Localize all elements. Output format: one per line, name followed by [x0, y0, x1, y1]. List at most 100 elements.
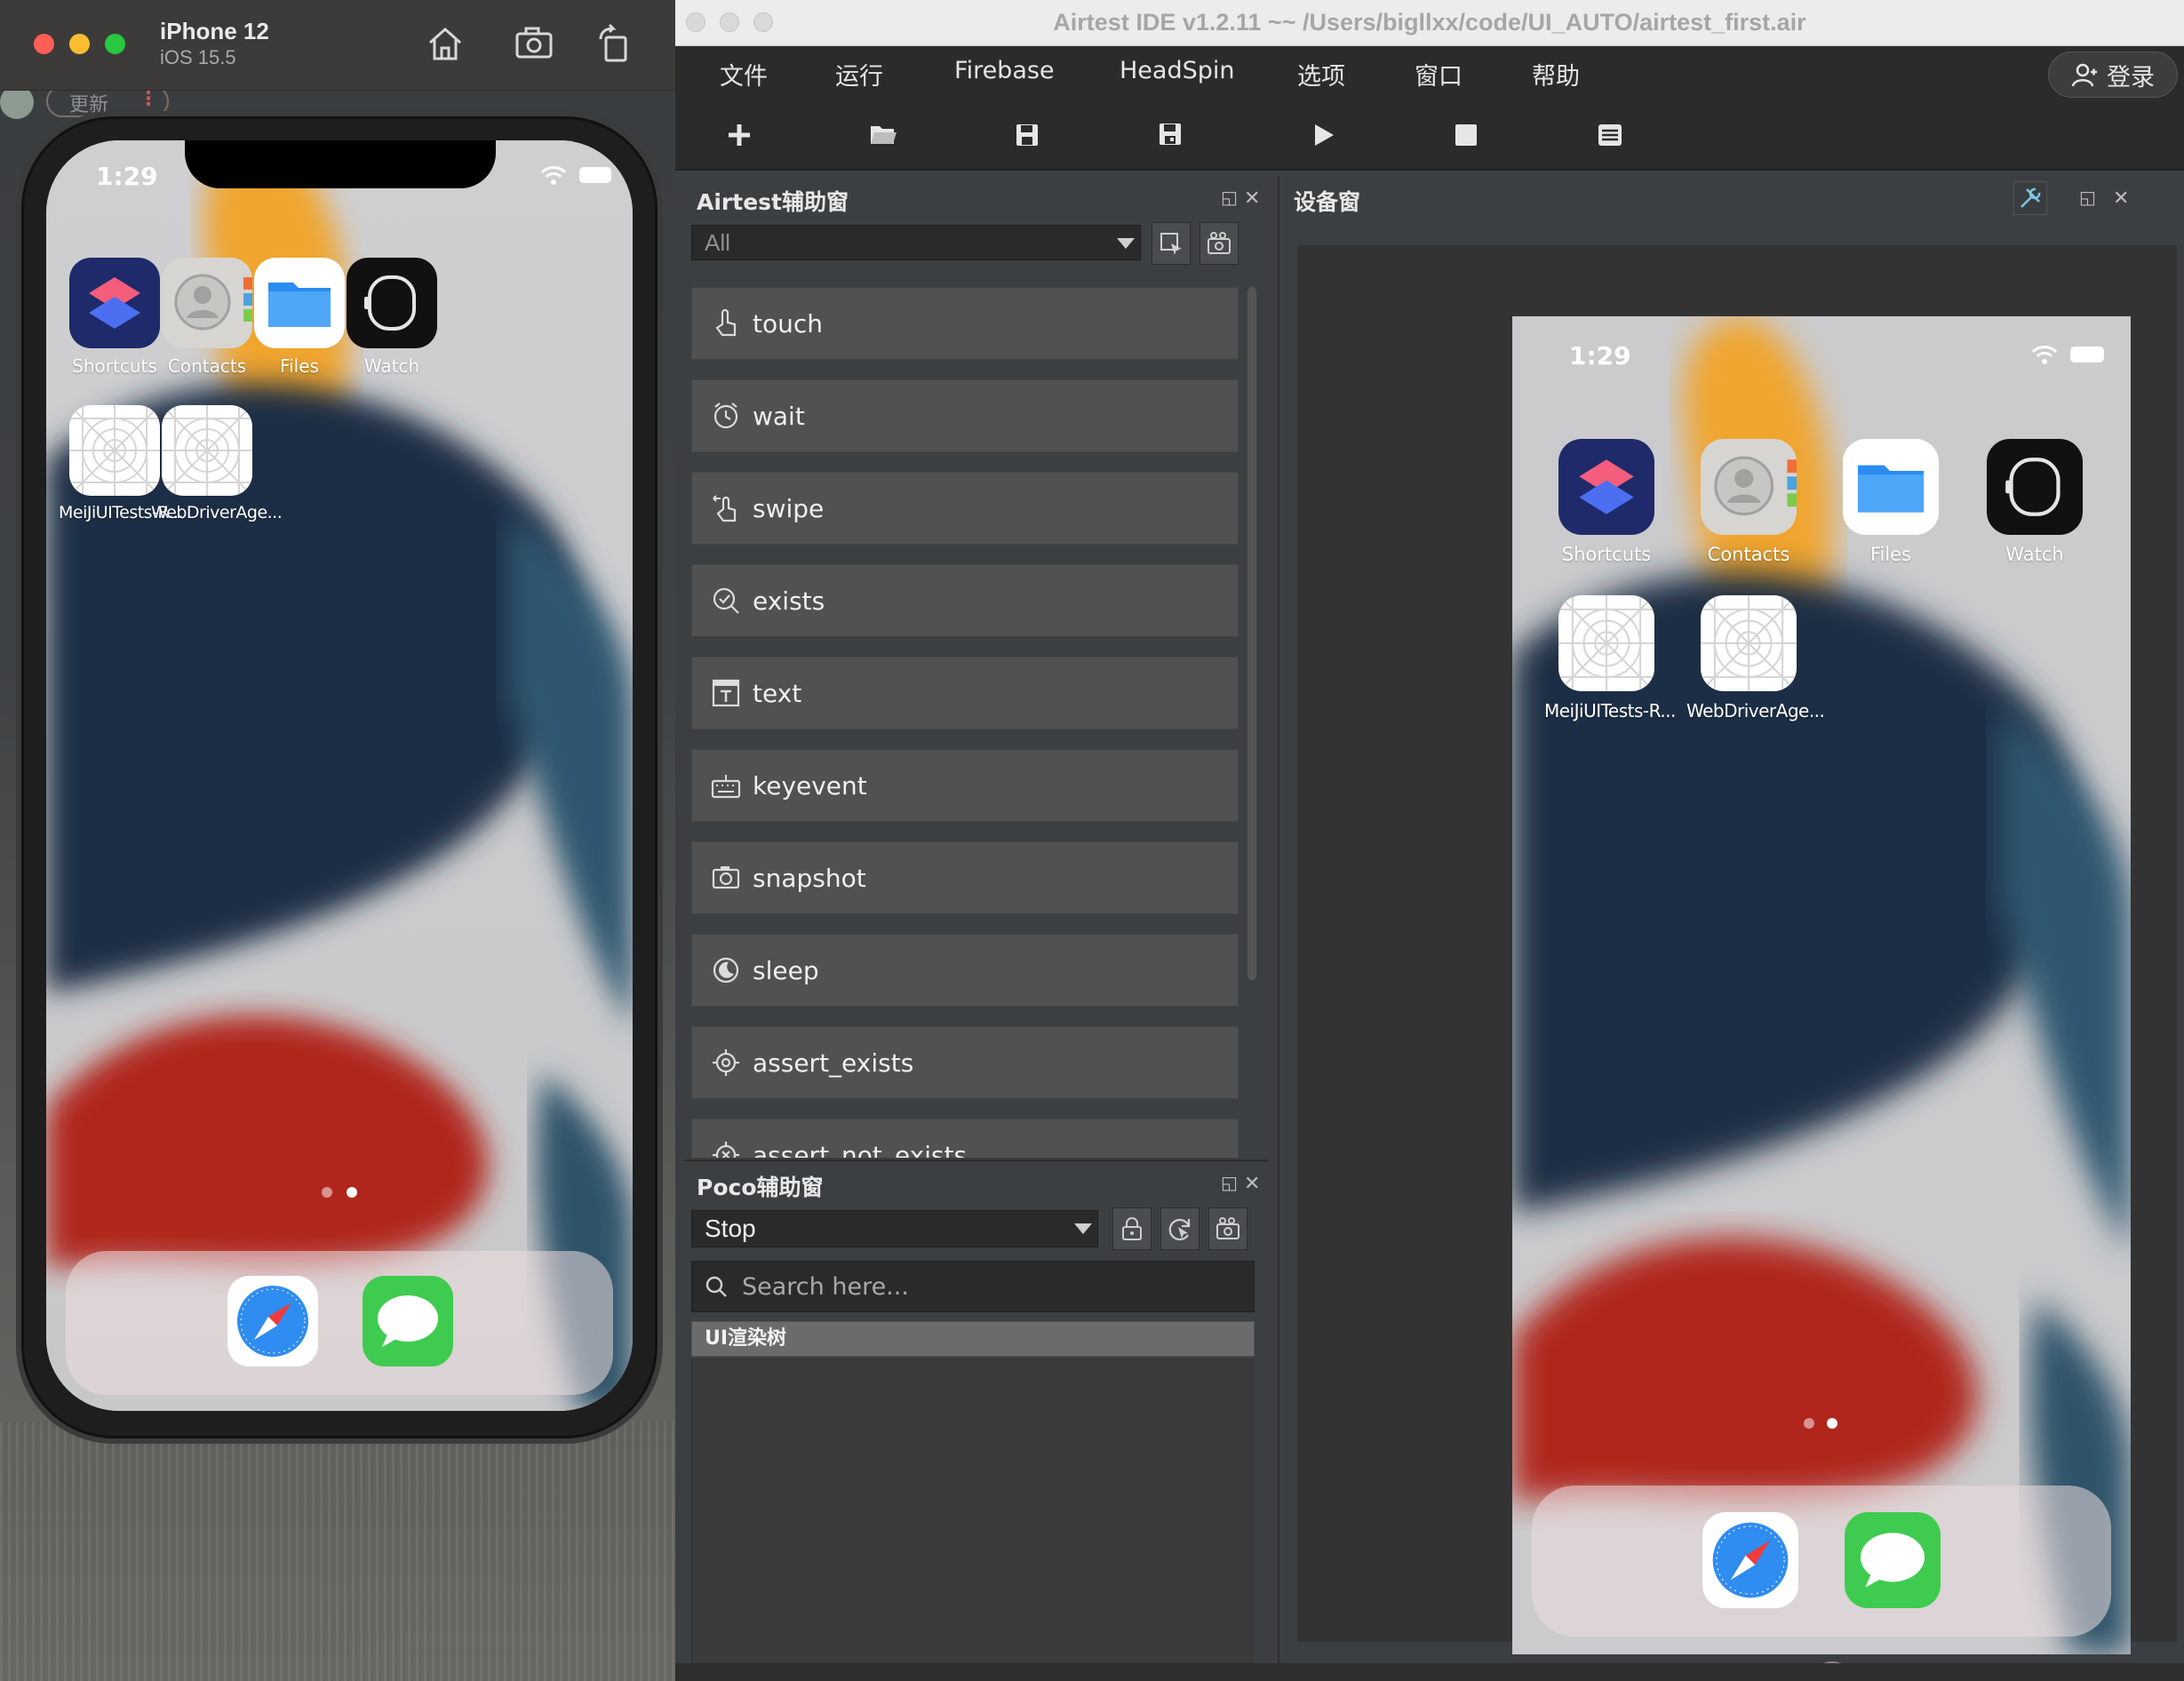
command-wait[interactable]: wait: [691, 379, 1239, 452]
app-meijiuitests[interactable]: MeiJiUITests-R...: [1544, 595, 1676, 721]
command-exists[interactable]: exists: [691, 564, 1239, 637]
files-icon: [1843, 439, 1939, 535]
menu-headspin[interactable]: HeadSpin: [1120, 57, 1235, 84]
zoom-window-button[interactable]: [105, 34, 125, 54]
wifi-icon: [2031, 345, 2058, 369]
login-button[interactable]: 登录: [2048, 52, 2178, 98]
search-icon: [705, 1275, 728, 1298]
window-title: Airtest IDE v1.2.11 ~~ /Users/bigllxx/co…: [1053, 9, 1806, 36]
menu-options[interactable]: 选项: [1297, 57, 1345, 92]
dock-safari[interactable]: [227, 1276, 318, 1366]
ui-tree-body: [691, 1358, 1255, 1681]
tools-icon[interactable]: [2013, 181, 2047, 215]
login-label: 登录: [2107, 63, 2155, 92]
command-label: keyevent: [753, 770, 867, 801]
app-label: Contacts: [167, 355, 247, 377]
menu-window[interactable]: 窗口: [1415, 57, 1463, 92]
save-icon[interactable]: [1008, 116, 1047, 155]
select-area-icon[interactable]: [1152, 222, 1191, 265]
iphone-screen[interactable]: 1:29 Shortcuts Contacts Files Watch MeiJ…: [46, 140, 633, 1411]
app-label: Contacts: [1707, 544, 1790, 565]
files-icon: [254, 258, 345, 348]
placeholder-app-icon: [69, 405, 160, 496]
device-screen-mirror[interactable]: 1:29 Shortcuts Contacts Files Watch MeiJ…: [1512, 316, 2131, 1654]
screenshot-icon[interactable]: [514, 23, 554, 64]
command-filter-select[interactable]: All: [691, 225, 1141, 260]
panel-title: 设备窗: [1294, 189, 1361, 215]
menu-firebase[interactable]: Firebase: [954, 57, 1055, 84]
ui-tree-root[interactable]: UI渲染树: [691, 1321, 1255, 1357]
float-icon[interactable]: ◱: [1221, 1172, 1238, 1194]
app-webdriveragent[interactable]: WebDriverAge...: [151, 405, 283, 522]
menu-help[interactable]: 帮助: [1532, 57, 1580, 92]
app-contacts[interactable]: Contacts: [1695, 439, 1802, 565]
page-dot-active[interactable]: [1827, 1418, 1837, 1429]
chevron-down-icon: [1074, 1223, 1092, 1234]
command-assert-not-exists[interactable]: assert_not_exists: [691, 1119, 1239, 1158]
refresh-inspect-icon[interactable]: [1160, 1207, 1200, 1250]
placeholder-app-icon: [162, 405, 252, 496]
safari-icon: [227, 1276, 318, 1366]
command-label: swipe: [753, 493, 825, 523]
record-icon[interactable]: [1200, 222, 1239, 265]
app-label: WebDriverAge...: [1686, 700, 1825, 721]
command-snapshot[interactable]: snapshot: [691, 841, 1239, 914]
menu-file[interactable]: 文件: [720, 57, 768, 92]
command-sleep[interactable]: sleep: [691, 934, 1239, 1007]
wifi-icon: [540, 165, 567, 189]
app-watch[interactable]: Watch: [1981, 439, 2088, 565]
log-icon[interactable]: [1590, 116, 1630, 155]
page-dot[interactable]: [1804, 1418, 1814, 1429]
app-contacts[interactable]: Contacts: [155, 258, 259, 377]
app-webdriveragent[interactable]: WebDriverAge...: [1686, 595, 1825, 721]
command-swipe[interactable]: swipe: [691, 472, 1239, 545]
app-watch[interactable]: Watch: [339, 258, 444, 377]
app-files[interactable]: Files: [247, 258, 352, 377]
safari-icon: [1702, 1512, 1798, 1608]
open-folder-icon[interactable]: [864, 116, 903, 155]
poco-search-input[interactable]: Search here...: [691, 1261, 1255, 1312]
dock-safari[interactable]: [1702, 1512, 1798, 1608]
messages-icon: [1845, 1512, 1941, 1608]
home-icon[interactable]: [425, 23, 466, 64]
battery-icon: [2070, 347, 2104, 362]
run-icon[interactable]: [1304, 116, 1343, 155]
app-label: Files: [280, 355, 319, 377]
menu-run[interactable]: 运行: [835, 57, 883, 92]
status-time: 1:29: [1569, 341, 1631, 370]
close-window-button[interactable]: [34, 34, 54, 54]
app-shortcuts[interactable]: Shortcuts: [1553, 439, 1660, 565]
command-text[interactable]: text: [691, 657, 1239, 729]
float-icon[interactable]: ◱: [1221, 187, 1238, 209]
minimize-window-button[interactable]: [69, 34, 90, 54]
app-label: Watch: [363, 355, 420, 377]
app-shortcuts[interactable]: Shortcuts: [62, 258, 167, 377]
rotate-icon[interactable]: [594, 23, 634, 64]
contacts-icon: [1701, 439, 1797, 535]
record-icon[interactable]: [1208, 1207, 1247, 1250]
app-label: WebDriverAge...: [151, 503, 283, 522]
new-icon[interactable]: [720, 116, 759, 155]
dock-messages[interactable]: [1845, 1512, 1941, 1608]
save-as-icon[interactable]: [1152, 116, 1191, 155]
poco-mode-select[interactable]: Stop: [691, 1210, 1098, 1247]
page-dot-active[interactable]: [347, 1187, 357, 1198]
lock-icon[interactable]: [1112, 1207, 1152, 1250]
panel-title: Poco辅助窗: [697, 1175, 824, 1200]
command-keyevent[interactable]: keyevent: [691, 749, 1239, 822]
app-label: Watch: [2005, 544, 2064, 565]
app-files[interactable]: Files: [1837, 439, 1944, 565]
stop-icon[interactable]: [1447, 116, 1486, 155]
close-icon[interactable]: ✕: [2113, 187, 2129, 210]
float-icon[interactable]: ◱: [2079, 187, 2096, 209]
command-assert-exists[interactable]: assert_exists: [691, 1026, 1239, 1099]
touch-icon: [710, 307, 742, 339]
page-dot[interactable]: [322, 1187, 332, 1198]
close-icon[interactable]: ✕: [1244, 187, 1260, 210]
command-touch[interactable]: touch: [691, 287, 1239, 360]
dock-messages[interactable]: [363, 1276, 453, 1366]
close-icon[interactable]: ✕: [1244, 1172, 1260, 1195]
airtest-helper-panel: Airtest辅助窗 ◱ ✕ All touch wait swipe exis…: [682, 176, 1269, 1158]
command-label: snapshot: [753, 863, 866, 893]
command-list-scrollbar[interactable]: [1247, 287, 1256, 980]
